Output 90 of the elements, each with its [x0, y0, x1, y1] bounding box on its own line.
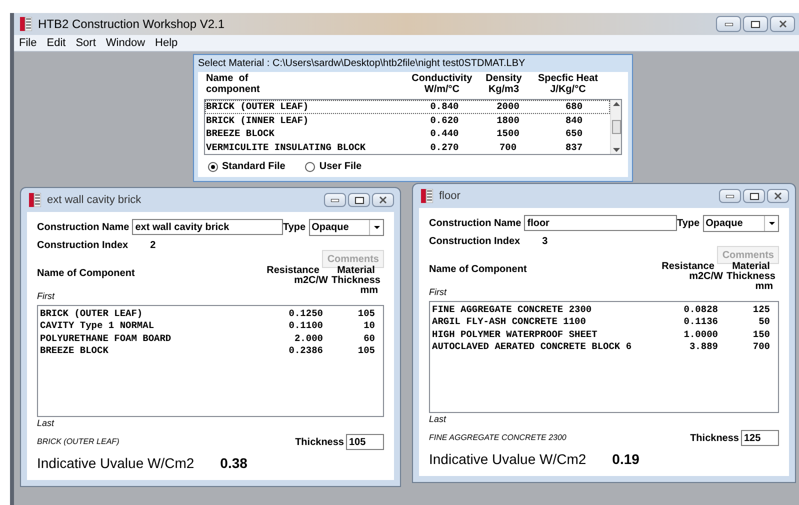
column-header: Density Kg/m3 [484, 74, 523, 95]
layer-row[interactable]: HIGH POLYMER WATERPROOF SHEET 1.0000 150 [430, 328, 778, 341]
app-icon [29, 193, 41, 207]
first-label: First [37, 290, 56, 303]
minimize-icon [331, 198, 339, 202]
column-header: Conductivity W/m/°C [410, 74, 474, 95]
last-label: Last [429, 412, 448, 426]
layers-list[interactable]: BRICK (OUTER LEAF) 0.1250 105 CAVITY Type 1 NORMAL 0.1100 10 POLYURETHANE FOAM BOARD 2.000 60 BREEZE BLOCK 0.2386 105 [37, 304, 384, 416]
menu-item[interactable]: Window [106, 34, 146, 52]
close-icon [379, 196, 387, 204]
maximize-button[interactable] [348, 193, 370, 207]
first-label: First [429, 286, 448, 299]
window-title: floor [439, 188, 462, 204]
app-title: HTB2 Construction Workshop V2.1 [38, 16, 226, 33]
column-header: Material Thickness mm [726, 262, 776, 292]
column-header: Name of component [206, 74, 261, 95]
construction-name-field[interactable]: ext wall cavity brick [132, 219, 283, 235]
window-title: ext wall cavity brick [47, 192, 142, 208]
layer-row[interactable]: FINE AGGREGATE CONCRETE 2300 0.0828 125 [430, 304, 778, 316]
field-label: Thickness [295, 436, 344, 450]
dialog-title: Select Material : C:\Users\sardw\Desktop\htb2file\night test0STDMAT.LBY [198, 57, 526, 71]
material-row[interactable]: BREEZE BLOCK 0.440 1500 650 [205, 127, 610, 140]
layer-row[interactable]: BREEZE BLOCK 0.2386 105 [38, 345, 383, 358]
column-header: Resistance m2C/W [266, 266, 328, 286]
materials-list[interactable]: BRICK (OUTER LEAF) 0.840 2000 680 BRICK (INNER LEAF) 0.620 1800 840 BREEZE BLOCK 0.440 1500 650 VERMICULITE INSULATING BLOCK 0.270 700 837 [204, 99, 622, 155]
maximize-button[interactable] [743, 16, 768, 32]
uvalue: 0.38 [220, 454, 248, 473]
material-row[interactable]: BRICK (OUTER LEAF) 0.840 2000 680 [205, 100, 610, 114]
construction-name-field[interactable]: floor [524, 215, 677, 231]
radio-label[interactable]: Standard File [222, 159, 286, 174]
column-header: Name of Component [37, 267, 136, 281]
menu-item[interactable]: Sort [76, 34, 96, 52]
maximize-icon [354, 196, 364, 204]
layer-row[interactable]: ARGIL FLY-ASH CONCRETE 1100 0.1136 50 [430, 316, 778, 328]
maximize-button[interactable] [743, 189, 765, 203]
minimize-icon [724, 22, 732, 26]
uvalue: 0.19 [612, 450, 640, 469]
menu-item[interactable]: File [19, 34, 37, 52]
minimize-button[interactable] [716, 16, 741, 32]
field-label: Construction Index [429, 235, 520, 249]
thickness-field[interactable]: 125 [741, 430, 779, 446]
layer-row[interactable]: POLYURETHANE FOAM BOARD 2.000 60 [38, 332, 383, 345]
close-icon [778, 20, 786, 28]
minimize-icon [726, 194, 734, 198]
field-label: Thickness [690, 432, 739, 446]
field-label: Type [676, 216, 700, 230]
layers-list[interactable]: FINE AGGREGATE CONCRETE 2300 0.0828 125 ARGIL FLY-ASH CONCRETE 1100 0.1136 50 HIGH POLYMER WATERPROOF SHEET 1.0000 150 AUTOCLAVED AERATED CONCRETE BLOCK 6 3.889 700 [429, 300, 779, 412]
radio-button[interactable] [208, 162, 218, 172]
type-dropdown[interactable]: Opaque [308, 218, 384, 236]
dropdown-arrow-icon [369, 220, 383, 234]
scroll-up-icon [612, 102, 620, 106]
column-header: Resistance m2C/W [660, 262, 723, 282]
field-label: Type [282, 220, 306, 234]
thickness-field[interactable]: 105 [346, 434, 384, 450]
uvalue-label: Indicative Uvalue W/Cm2 [37, 454, 194, 473]
field-label: Construction Index [37, 239, 128, 253]
app-icon [421, 189, 433, 203]
field-label: Construction Name [37, 220, 130, 234]
maximize-icon [751, 20, 760, 28]
column-header: Specfic Heat J/Kg/°C [536, 74, 599, 95]
current-layer-name: BRICK (OUTER LEAF) [37, 436, 120, 448]
current-layer-name: FINE AGGREGATE CONCRETE 2300 [429, 432, 568, 444]
field-label: Construction Name [429, 216, 522, 230]
last-label: Last [37, 416, 56, 430]
close-button[interactable] [770, 16, 795, 32]
scroll-down-icon [612, 148, 620, 152]
app-icon [20, 17, 32, 31]
construction-index: 2 [150, 239, 156, 253]
scrollbar[interactable] [610, 100, 621, 154]
material-row[interactable]: BRICK (INNER LEAF) 0.620 1800 840 [205, 114, 610, 127]
column-header: Name of Component [429, 263, 528, 277]
layer-row[interactable]: BRICK (OUTER LEAF) 0.1250 105 [38, 308, 383, 320]
radio-label[interactable]: User File [319, 159, 362, 174]
close-button[interactable] [372, 193, 394, 207]
menu-item[interactable]: Help [155, 34, 178, 52]
maximize-icon [750, 192, 758, 200]
close-button[interactable] [767, 189, 789, 203]
minimize-button[interactable] [719, 189, 741, 203]
close-icon [774, 192, 782, 200]
construction-index: 3 [542, 235, 548, 249]
layer-row[interactable]: CAVITY Type 1 NORMAL 0.1100 10 [38, 320, 383, 332]
minimize-button[interactable] [324, 193, 346, 207]
dropdown-arrow-icon [764, 216, 778, 230]
uvalue-label: Indicative Uvalue W/Cm2 [429, 450, 586, 469]
column-header: Material Thickness mm [330, 266, 382, 296]
material-row[interactable]: VERMICULITE INSULATING BLOCK 0.270 700 837 [205, 140, 610, 154]
layer-row[interactable]: AUTOCLAVED AERATED CONCRETE BLOCK 6 3.889 700 [430, 341, 778, 354]
menu-item[interactable]: Edit [46, 34, 66, 52]
radio-button[interactable] [305, 162, 316, 172]
type-dropdown[interactable]: Opaque [702, 214, 779, 232]
